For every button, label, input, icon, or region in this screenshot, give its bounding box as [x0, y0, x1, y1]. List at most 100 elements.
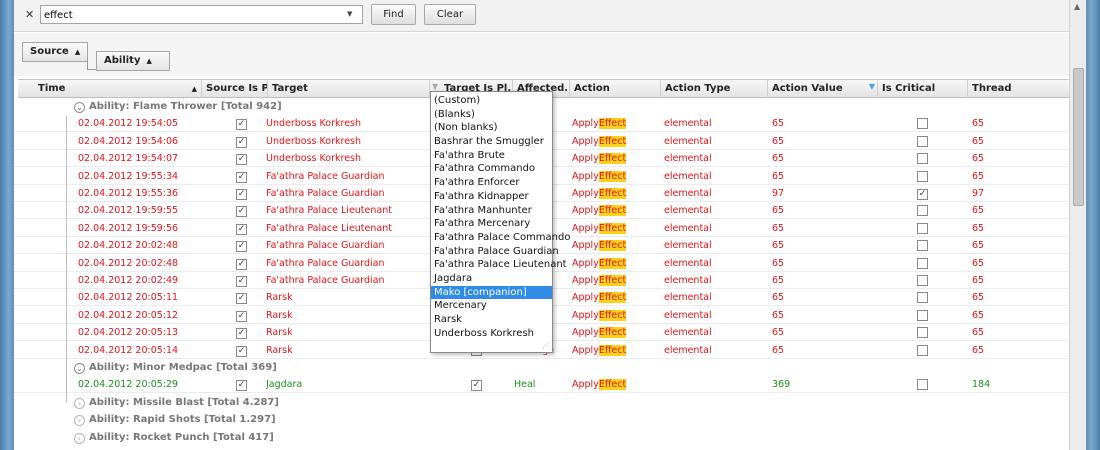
is-critical-checkbox[interactable] — [917, 240, 928, 252]
resize-grip-icon[interactable]: ⋰ — [542, 341, 550, 350]
source-is-player-checkbox[interactable]: ✓ — [236, 345, 247, 357]
filter-option[interactable]: Fa'athra Commando — [431, 162, 552, 176]
source-is-player-checkbox[interactable]: ✓ — [236, 154, 247, 166]
is-critical-checkbox[interactable] — [917, 257, 928, 269]
is-critical-checkbox[interactable] — [917, 153, 928, 165]
filter-option[interactable]: Fa'athra Brute — [431, 149, 552, 163]
is-critical-checkbox[interactable] — [917, 118, 928, 130]
group-row-missile[interactable]: › Ability: Missile Blast [Total 4.287] — [74, 394, 279, 411]
search-input[interactable] — [40, 5, 363, 24]
collapse-icon[interactable]: ⌄ — [74, 102, 85, 113]
filter-option[interactable]: Fa'athra Kidnapper — [431, 190, 552, 204]
action-prefix: Apply — [572, 188, 599, 199]
source-is-player-checkbox-cell: ✓ — [236, 185, 252, 202]
expand-icon[interactable]: › — [74, 397, 85, 409]
is-critical-checkbox[interactable] — [917, 135, 928, 147]
filter-option[interactable]: (Custom) — [431, 94, 552, 108]
thread-cell: 65 — [972, 257, 985, 269]
is-critical-checkbox[interactable] — [917, 344, 928, 356]
time-cell: 02.04.2012 19:55:36 — [78, 188, 179, 199]
is-critical-checkbox[interactable] — [917, 309, 928, 321]
column-header-label: Is Critical — [882, 83, 936, 94]
column-header-target[interactable]: Target — [268, 80, 430, 98]
source-is-player-checkbox-cell: ✓ — [236, 342, 252, 359]
group-row-flame-thrower[interactable]: ⌄ Ability: Flame Thrower [Total 942] — [74, 98, 282, 115]
thread-cell: 65 — [972, 135, 985, 147]
action-highlight: Effect — [598, 344, 627, 356]
filter-option[interactable]: Fa'athra Enforcer — [431, 176, 552, 190]
find-button[interactable]: Find — [371, 4, 416, 25]
column-header-action-type[interactable]: Action Type — [661, 80, 768, 98]
column-header-action[interactable]: Action — [570, 80, 661, 98]
filter-option[interactable]: Underboss Korkresh — [431, 327, 552, 341]
filter-icon[interactable]: ▼ — [432, 82, 438, 91]
filter-option[interactable]: (Non blanks) — [431, 121, 552, 135]
group-chip-source[interactable]: Source ▲ — [22, 42, 88, 62]
expand-icon[interactable]: › — [74, 432, 85, 444]
source-is-player-checkbox[interactable]: ✓ — [236, 223, 247, 235]
column-header-source-is-player[interactable]: Source Is Pl... — [202, 80, 268, 98]
vertical-scrollbar[interactable]: ▲ — [1069, 0, 1086, 450]
is-critical-checkbox-cell — [917, 115, 933, 132]
group-chip-ability[interactable]: Ability ▲ — [96, 51, 170, 71]
filter-option[interactable]: Fa'athra Mercenary — [431, 217, 552, 231]
source-is-player-checkbox[interactable]: ✓ — [236, 293, 247, 305]
is-critical-checkbox[interactable] — [917, 222, 928, 234]
filter-icon[interactable]: ▼ — [869, 82, 875, 91]
filter-option[interactable]: Fa'athra Palace Lieutenant — [431, 258, 567, 272]
filter-option[interactable]: Bashrar the Smuggler — [431, 135, 552, 149]
action-type-cell: elemental — [664, 188, 712, 199]
source-is-player-checkbox[interactable]: ✓ — [236, 119, 247, 131]
source-is-player-checkbox-cell: ✓ — [236, 115, 252, 132]
target-cell: Fa'athra Palace Guardian — [266, 170, 385, 182]
column-header-action-value[interactable]: Action Value ▼ — [768, 80, 878, 98]
source-is-player-checkbox[interactable]: ✓ — [236, 380, 247, 392]
is-critical-checkbox[interactable] — [917, 292, 928, 304]
filter-option[interactable]: Jagdara — [431, 272, 552, 286]
filter-option[interactable]: Rarsk — [431, 313, 552, 327]
is-critical-checkbox[interactable] — [917, 379, 928, 391]
chevron-down-icon[interactable]: ▼ — [347, 10, 352, 18]
filter-option[interactable]: Fa'athra Manhunter — [431, 204, 552, 218]
group-row-rocket[interactable]: › Ability: Rocket Punch [Total 417] — [74, 429, 274, 446]
filter-option[interactable]: Fa'athra Palace Commando — [431, 231, 570, 245]
group-row-rapid[interactable]: › Ability: Rapid Shots [Total 1.297] — [74, 411, 276, 428]
source-is-player-checkbox[interactable]: ✓ — [236, 171, 247, 183]
scrollbar-thumb[interactable] — [1073, 68, 1084, 206]
source-is-player-checkbox[interactable]: ✓ — [236, 310, 247, 322]
table-row[interactable]: 02.04.2012 20:05:29 ✓ Jagdara ✓ Heal ApplyEff… — [14, 376, 1069, 394]
source-is-player-checkbox[interactable]: ✓ — [236, 241, 247, 253]
source-is-player-checkbox[interactable]: ✓ — [236, 206, 247, 218]
is-critical-checkbox[interactable] — [917, 327, 928, 339]
is-critical-checkbox[interactable] — [917, 275, 928, 286]
source-is-player-checkbox[interactable]: ✓ — [236, 189, 247, 200]
source-is-player-checkbox[interactable]: ✓ — [236, 136, 247, 148]
group-by-panel: Source ▲ Ability ▲ — [14, 33, 1069, 76]
scroll-up-icon[interactable]: ▲ — [1074, 2, 1080, 11]
column-header-time[interactable]: Time ▲ — [18, 80, 202, 98]
source-is-player-checkbox[interactable]: ✓ — [236, 276, 247, 287]
group-row-minor-medpac[interactable]: ⌄ Ability: Minor Medpac [Total 369] — [74, 359, 277, 376]
action-type-cell: elemental — [664, 240, 712, 252]
is-critical-checkbox-cell — [917, 133, 933, 150]
filter-option[interactable]: Mercenary — [431, 299, 552, 313]
action-type-cell: elemental — [664, 275, 712, 286]
target-is-player-checkbox[interactable]: ✓ — [471, 380, 482, 392]
column-header-is-critical[interactable]: Is Critical — [878, 80, 968, 98]
filter-option[interactable]: Fa'athra Palace Guardian — [431, 245, 559, 259]
column-header-thread[interactable]: Thread — [968, 80, 1069, 98]
is-critical-checkbox[interactable]: ✓ — [917, 189, 928, 200]
expand-icon[interactable]: › — [74, 415, 85, 427]
is-critical-checkbox[interactable] — [917, 205, 928, 217]
source-is-player-checkbox[interactable]: ✓ — [236, 258, 247, 270]
target-cell: Fa'athra Palace Guardian — [266, 275, 385, 286]
source-is-player-checkbox[interactable]: ✓ — [236, 328, 247, 340]
is-critical-checkbox[interactable] — [917, 170, 928, 182]
action-value-cell: 65 — [772, 327, 785, 339]
collapse-icon[interactable]: ⌄ — [74, 363, 85, 374]
close-icon[interactable]: ✕ — [25, 8, 34, 21]
filter-option[interactable]: Mako [companion] — [431, 285, 552, 300]
filter-option[interactable]: (Blanks) — [431, 108, 552, 122]
clear-button[interactable]: Clear — [424, 4, 476, 25]
column-header-label: Action — [574, 83, 610, 94]
